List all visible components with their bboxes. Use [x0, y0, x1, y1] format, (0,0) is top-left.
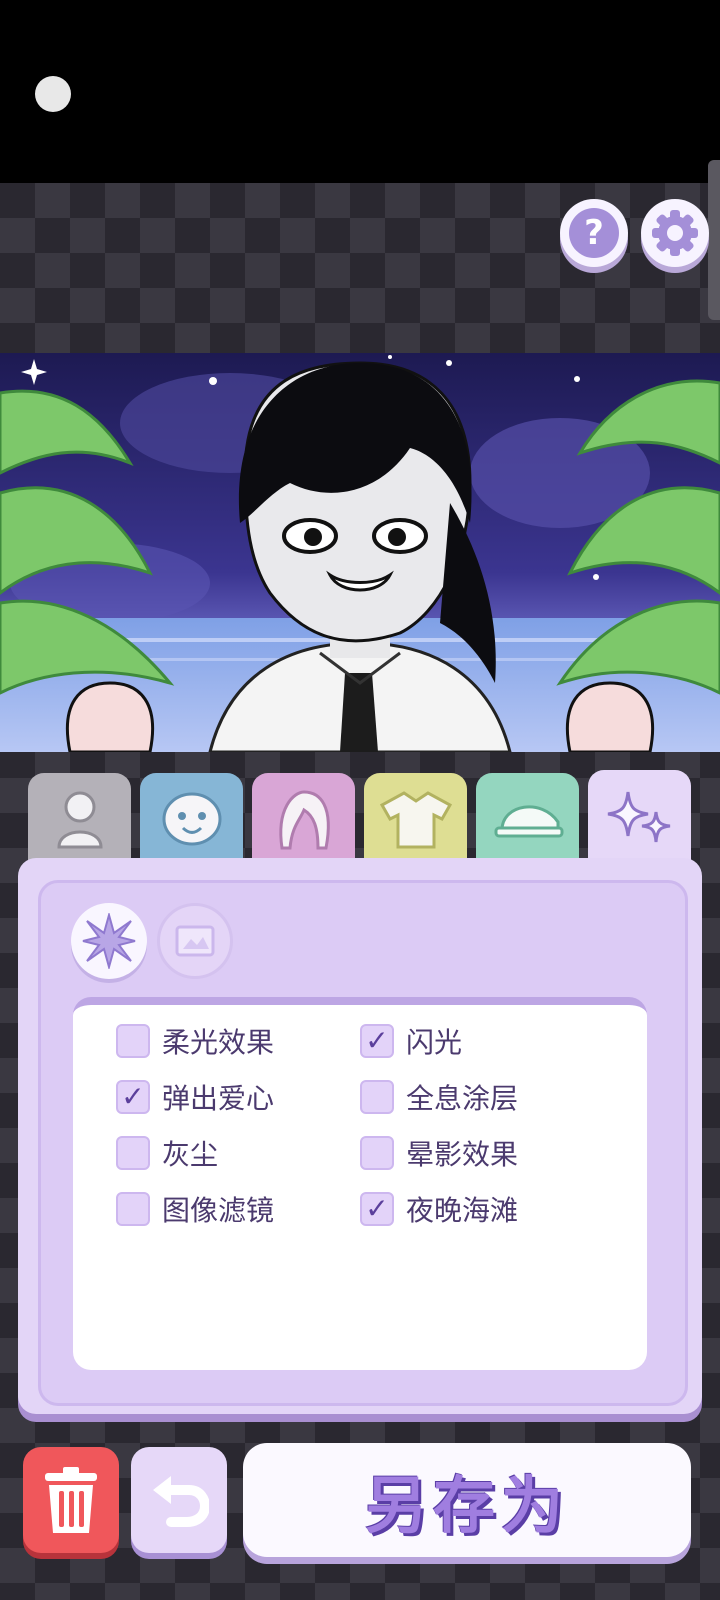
option-night-beach[interactable]: ✓ 夜晚海滩: [360, 1189, 518, 1229]
tab-effects[interactable]: [588, 770, 691, 870]
soft-glow-checkbox[interactable]: [116, 1024, 150, 1058]
status-bar: [0, 0, 720, 183]
shirt-icon: [379, 791, 452, 849]
trash-icon: [45, 1467, 97, 1533]
star-burst-icon: [82, 913, 136, 969]
option-sparkle[interactable]: ✓ 闪光: [360, 1021, 462, 1061]
gear-icon: [652, 210, 698, 256]
option-image-filter[interactable]: 图像滤镜: [116, 1189, 274, 1229]
tab-body[interactable]: [28, 773, 131, 865]
holographic-checkbox[interactable]: [360, 1080, 394, 1114]
option-label: 晕影效果: [406, 1138, 519, 1171]
scroll-handle[interactable]: [708, 160, 720, 320]
sparkles-icon: [607, 791, 670, 843]
undo-button[interactable]: [131, 1447, 227, 1553]
tab-hat[interactable]: [476, 773, 579, 865]
night-beach-checkbox[interactable]: ✓: [360, 1192, 394, 1226]
sparkle-checkbox[interactable]: ✓: [360, 1024, 394, 1058]
option-popping-hearts[interactable]: ✓ 弹出爱心: [116, 1077, 274, 1117]
option-label: 全息涂层: [406, 1082, 519, 1115]
save-as-button[interactable]: 另存为: [243, 1443, 691, 1557]
option-vignette[interactable]: 晕影效果: [360, 1133, 518, 1173]
help-button[interactable]: ?: [560, 199, 628, 267]
sub-tab-effects[interactable]: [71, 903, 147, 979]
option-label: 弹出爱心: [162, 1082, 275, 1115]
option-dust[interactable]: 灰尘: [116, 1133, 218, 1173]
save-as-label: 另存为: [364, 1469, 569, 1542]
vignette-checkbox[interactable]: [360, 1136, 394, 1170]
option-label: 夜晚海滩: [406, 1194, 519, 1227]
tab-face[interactable]: [140, 773, 243, 865]
character-preview: [0, 353, 720, 752]
delete-button[interactable]: [23, 1447, 119, 1553]
popping-hearts-checkbox[interactable]: ✓: [116, 1080, 150, 1114]
question-icon: ?: [569, 208, 619, 258]
settings-button[interactable]: [641, 199, 709, 267]
hair-icon: [278, 790, 330, 850]
dust-checkbox[interactable]: [116, 1136, 150, 1170]
option-label: 柔光效果: [162, 1026, 275, 1059]
night-beach-scene: [0, 353, 720, 752]
tab-hair[interactable]: [252, 773, 355, 865]
option-label: 灰尘: [162, 1138, 219, 1171]
undo-arrow-icon: [153, 1476, 209, 1527]
option-label: 闪光: [406, 1026, 463, 1059]
picture-frame-icon: [175, 925, 215, 957]
cap-icon: [494, 805, 563, 838]
option-label: 图像滤镜: [162, 1194, 275, 1227]
tab-clothes[interactable]: [364, 773, 467, 865]
face-icon: [162, 792, 221, 846]
body-silhouette-icon: [56, 791, 103, 849]
option-soft-glow[interactable]: 柔光效果: [116, 1021, 274, 1061]
sub-tab-background[interactable]: [157, 903, 233, 979]
image-filter-checkbox[interactable]: [116, 1192, 150, 1226]
option-holographic[interactable]: 全息涂层: [360, 1077, 518, 1117]
front-camera: [35, 76, 71, 112]
